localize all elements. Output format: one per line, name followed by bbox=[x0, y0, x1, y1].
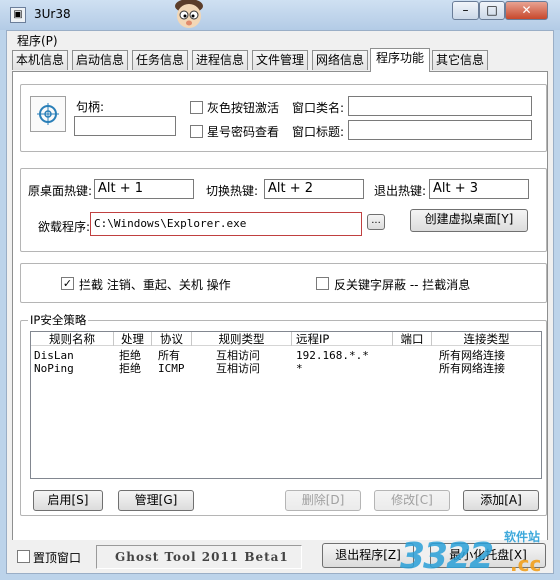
table-cell: 所有 bbox=[158, 349, 180, 362]
crosshair-icon bbox=[37, 103, 59, 125]
column-header[interactable]: 规则类型 bbox=[192, 332, 292, 346]
topmost-label: 置顶窗口 bbox=[33, 551, 82, 565]
ip-policy-title: IP安全策略 bbox=[28, 312, 89, 328]
handle-label: 句柄: bbox=[76, 100, 105, 114]
manage-button[interactable]: 管理[G] bbox=[118, 490, 194, 511]
table-cell: 所有网络连接 bbox=[439, 349, 505, 362]
load-program-label: 欲载程序: bbox=[38, 220, 91, 234]
intercept-label: 拦截 注销、重起、关机 操作 bbox=[79, 278, 231, 292]
app-icon: ▣ bbox=[10, 7, 26, 23]
tab-local-info[interactable]: 本机信息 bbox=[12, 50, 68, 70]
column-header[interactable]: 规则名称 bbox=[31, 332, 114, 346]
topmost-checkbox[interactable] bbox=[17, 550, 30, 563]
column-header[interactable]: 协议 bbox=[152, 332, 192, 346]
tab-network-info[interactable]: 网络信息 bbox=[312, 50, 368, 70]
switch-hotkey-input[interactable]: Alt + 2 bbox=[264, 179, 364, 199]
exit-hotkey-label: 退出热键: bbox=[374, 184, 427, 198]
table-header: 规则名称 处理 协议 规则类型 远程IP 端口 连接类型 bbox=[31, 332, 541, 346]
create-virtual-desktop-button[interactable]: 创建虚拟桌面[Y] bbox=[410, 209, 528, 232]
orig-desktop-hotkey-input[interactable]: Alt + 1 bbox=[94, 179, 194, 199]
delete-button[interactable]: 删除[D] bbox=[285, 490, 361, 511]
intercept-checkbox[interactable]: ✓ bbox=[61, 277, 74, 290]
modify-button[interactable]: 修改[C] bbox=[374, 490, 450, 511]
table-cell: 所有网络连接 bbox=[439, 362, 505, 375]
table-cell: 拒绝 bbox=[119, 349, 141, 362]
tab-program-functions[interactable]: 程序功能 bbox=[370, 48, 430, 72]
window-class-label: 窗口类名: bbox=[292, 101, 345, 115]
ip-rules-table[interactable]: 规则名称 处理 协议 规则类型 远程IP 端口 连接类型 DisLan 拒绝 所… bbox=[30, 331, 542, 479]
window-title-input[interactable] bbox=[348, 120, 532, 140]
enable-button[interactable]: 启用[S] bbox=[33, 490, 103, 511]
table-cell: 拒绝 bbox=[119, 362, 141, 375]
window-class-input[interactable] bbox=[348, 96, 532, 116]
table-cell: 互相访问 bbox=[216, 349, 260, 362]
load-program-input[interactable]: C:\Windows\Explorer.exe bbox=[90, 212, 362, 236]
handle-input[interactable] bbox=[74, 116, 176, 136]
target-finder[interactable] bbox=[30, 96, 66, 132]
table-cell: DisLan bbox=[34, 349, 74, 362]
close-button[interactable]: ✕ bbox=[505, 1, 548, 20]
table-cell: ICMP bbox=[158, 362, 185, 375]
reverse-keyword-label: 反关键字屏蔽 -- 拦截消息 bbox=[334, 278, 471, 292]
version-label: Ghost Tool 2011 Beta1 bbox=[96, 545, 302, 569]
reverse-keyword-checkbox[interactable] bbox=[316, 277, 329, 290]
table-cell: NoPing bbox=[34, 362, 74, 375]
star-password-view-label: 星号密码查看 bbox=[207, 125, 280, 139]
exit-hotkey-input[interactable]: Alt + 3 bbox=[429, 179, 529, 199]
table-row[interactable]: DisLan 拒绝 所有 互相访问 192.168.*.* 所有网络连接 bbox=[31, 349, 541, 362]
mascot-logo bbox=[175, 0, 203, 28]
exit-program-button[interactable]: 退出程序[Z] bbox=[322, 543, 414, 568]
table-cell: 192.168.*.* bbox=[296, 349, 369, 362]
menu-bar: 程序(P) bbox=[7, 31, 553, 49]
gray-button-activate-checkbox[interactable] bbox=[190, 101, 203, 114]
star-password-view-checkbox[interactable] bbox=[190, 125, 203, 138]
window-title: 3Ur38 bbox=[34, 7, 71, 21]
maximize-button[interactable]: □ bbox=[479, 1, 505, 20]
minimize-tray-button[interactable]: 最小化托盘[X] bbox=[430, 543, 546, 568]
tab-process-info[interactable]: 进程信息 bbox=[192, 50, 248, 70]
table-cell: 互相访问 bbox=[216, 362, 260, 375]
add-button[interactable]: 添加[A] bbox=[463, 490, 539, 511]
column-header[interactable]: 远程IP bbox=[292, 332, 393, 346]
browse-button[interactable]: ... bbox=[367, 214, 385, 230]
orig-desktop-hotkey-label: 原桌面热键: bbox=[28, 184, 93, 198]
switch-hotkey-label: 切换热键: bbox=[206, 184, 259, 198]
tab-other-info[interactable]: 其它信息 bbox=[432, 50, 488, 70]
minimize-button[interactable]: – bbox=[452, 1, 479, 20]
table-row[interactable]: NoPing 拒绝 ICMP 互相访问 * 所有网络连接 bbox=[31, 362, 541, 375]
column-header[interactable]: 处理 bbox=[114, 332, 152, 346]
gray-button-activate-label: 灰色按钮激活 bbox=[207, 101, 280, 115]
column-header[interactable]: 连接类型 bbox=[432, 332, 541, 346]
menu-program[interactable]: 程序(P) bbox=[17, 32, 58, 49]
tab-task-info[interactable]: 任务信息 bbox=[132, 50, 188, 70]
column-header[interactable]: 端口 bbox=[393, 332, 432, 346]
tab-file-manager[interactable]: 文件管理 bbox=[252, 50, 308, 70]
tab-startup-info[interactable]: 启动信息 bbox=[72, 50, 128, 70]
window-title-label: 窗口标题: bbox=[292, 125, 345, 139]
table-cell: * bbox=[296, 362, 303, 375]
